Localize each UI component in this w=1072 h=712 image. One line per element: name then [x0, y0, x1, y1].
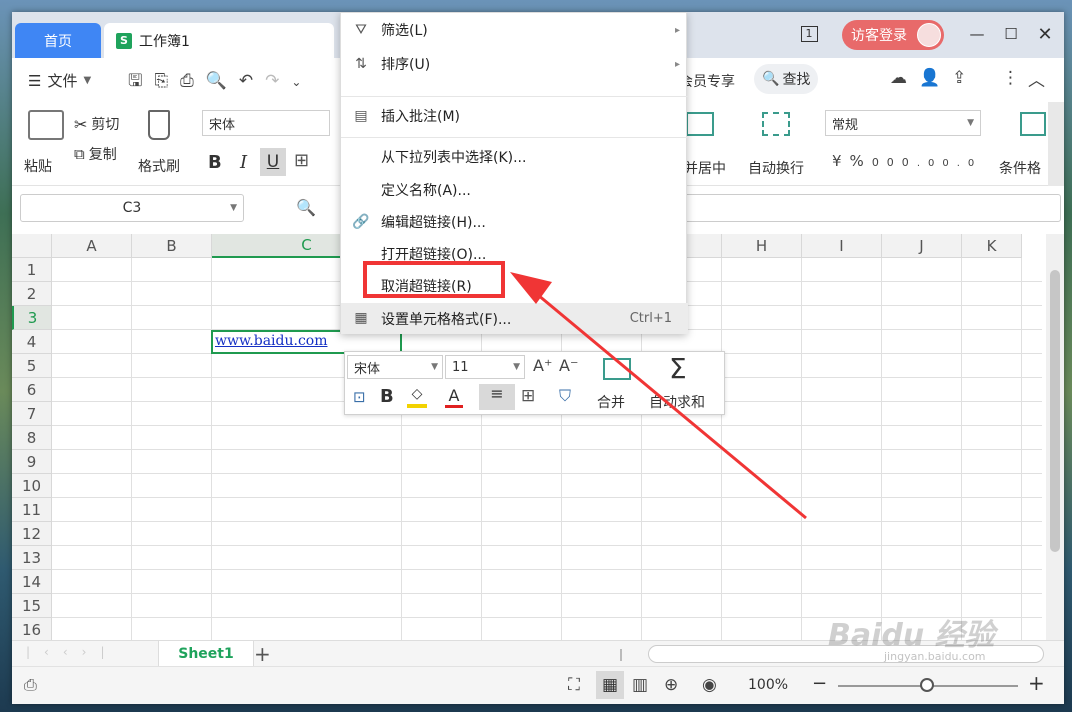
zoom-slider-handle[interactable]	[920, 678, 934, 692]
status-bar: ⎙ ⛶ ▦ ▥ ⊕ ◉ 100% − +	[12, 666, 1064, 704]
eye-protection-icon[interactable]: ◉	[702, 675, 717, 695]
zoom-out-icon[interactable]: −	[812, 673, 827, 694]
red-arrow	[510, 272, 807, 520]
normal-view-icon[interactable]: ▦	[596, 671, 624, 699]
add-sheet-icon[interactable]: +	[254, 642, 271, 666]
zoom-level[interactable]: 100%	[748, 677, 788, 693]
page-layout-icon[interactable]: ▥	[632, 675, 648, 695]
zoom-in-icon[interactable]: +	[1028, 671, 1045, 695]
watermark-url: jingyan.baidu.com	[884, 650, 986, 663]
sheet-tab-active[interactable]: Sheet1	[158, 641, 254, 667]
macro-icon[interactable]: ⎙	[24, 675, 37, 695]
sheet-nav-icons[interactable]: |‹‹›|	[26, 645, 118, 659]
watermark-logo: Baidu 经验	[828, 618, 995, 653]
app-window: 首页 S 工作簿1 1 访客登录 — ☐ ✕ ☰ 文件 ▼ 🖫⎘⎙🔍↶↷⌄ 会员…	[12, 12, 1064, 704]
scroll-splitter[interactable]	[620, 649, 622, 661]
fullscreen-icon[interactable]: ⛶	[568, 675, 580, 695]
page-break-icon[interactable]: ⊕	[664, 675, 678, 695]
